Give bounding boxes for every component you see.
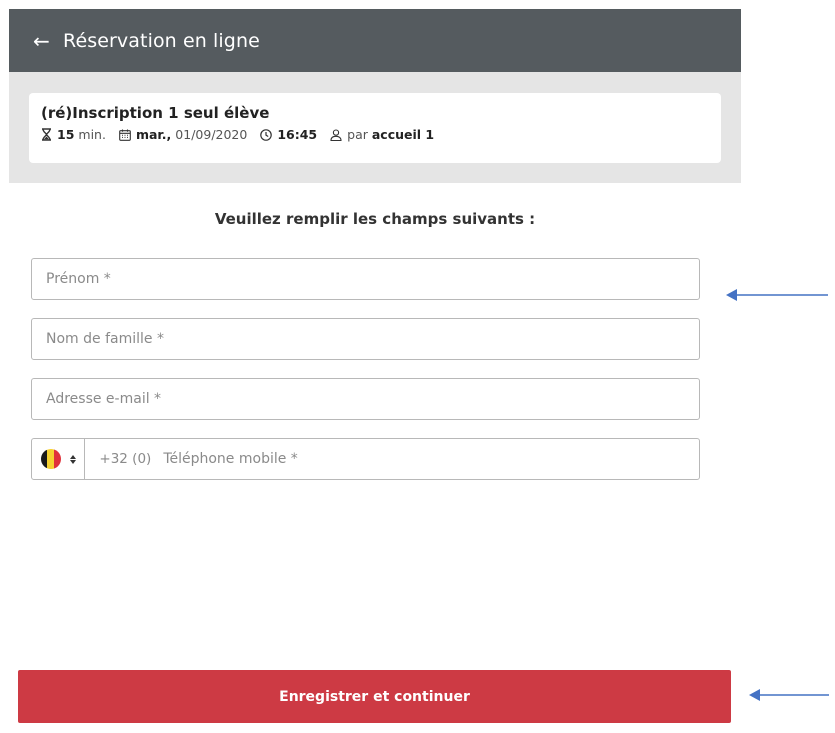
mobile-phone-input[interactable]: [151, 439, 699, 479]
booking-panel: ← Réservation en ligne (ré)Inscription 1…: [9, 9, 741, 230]
calendar-icon: [119, 129, 131, 141]
user-icon: [330, 128, 342, 141]
save-and-continue-button[interactable]: Enregistrer et continuer: [18, 670, 731, 723]
time-value: 16:45: [277, 127, 318, 142]
date-day: mar.,: [135, 127, 172, 142]
clock-icon: [260, 128, 273, 141]
app-header: ← Réservation en ligne: [9, 9, 741, 72]
duration: 15 min.: [41, 127, 106, 142]
email-input[interactable]: [32, 379, 699, 419]
annotation-arrow-left-icon: [726, 289, 828, 301]
form-instructions: Veuillez remplir les champs suivants :: [214, 210, 536, 228]
email-field: [31, 378, 700, 420]
first-name-field: [31, 258, 700, 300]
belgium-flag-icon: [40, 449, 61, 469]
phone-field: +32 (0): [31, 438, 700, 480]
page-title: Réservation en ligne: [63, 29, 260, 52]
annotation-arrow-left-icon: [749, 689, 829, 701]
time: 16:45: [260, 127, 317, 142]
select-arrows-icon: [69, 454, 76, 464]
last-name-field: [31, 318, 700, 360]
dial-code: +32 (0): [99, 451, 152, 467]
duration-unit: min.: [78, 127, 106, 142]
date: mar., 01/09/2020: [119, 127, 247, 142]
hourglass-icon: [42, 128, 51, 141]
country-code-select[interactable]: [32, 439, 86, 479]
date-value: 01/09/2020: [175, 127, 248, 142]
last-name-input[interactable]: [32, 319, 699, 359]
first-name-input[interactable]: [32, 259, 699, 299]
appointment-meta: 15 min. mar., 01/09/2020 16:45 par accue…: [41, 127, 709, 142]
back-arrow-icon[interactable]: ←: [33, 31, 63, 51]
appointment-card: (ré)Inscription 1 seul élève 15 min. mar…: [29, 93, 721, 163]
organizer-prefix: par: [347, 127, 368, 142]
duration-value: 15: [57, 127, 75, 142]
contact-form: +32 (0): [31, 258, 700, 498]
organizer-name: accueil 1: [371, 127, 435, 142]
appointment-title: (ré)Inscription 1 seul élève: [41, 104, 270, 122]
organizer: par accueil 1: [330, 127, 434, 142]
appointment-summary-band: (ré)Inscription 1 seul élève 15 min. mar…: [9, 72, 741, 183]
